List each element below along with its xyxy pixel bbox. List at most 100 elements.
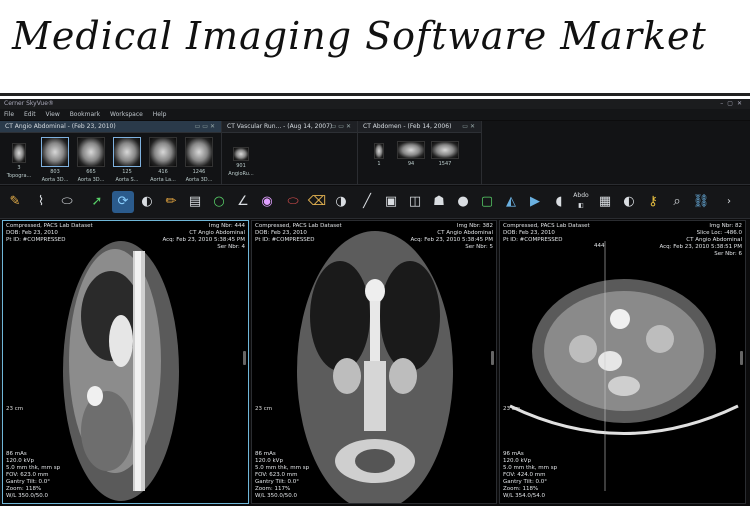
thumbnail-label: Aorta La... — [150, 177, 176, 183]
thumbnail-count: 665 — [86, 169, 96, 175]
menu-bar: File Edit View Bookmark Workspace Help — [0, 109, 750, 120]
thumbnail-image — [185, 137, 213, 167]
thumbnail-image — [397, 141, 425, 159]
study-tab[interactable]: CT Abdomen - (Feb 14, 2006) ▭✕ — [358, 121, 481, 133]
overlay-patient-info: Compressed, PACS Lab Dataset DOB: Feb 23… — [503, 223, 590, 243]
overlay-image-info: Img Nbr: 444 CT Angio Abdominal Acq: Feb… — [162, 223, 245, 250]
thumbnail-count: 1547 — [438, 161, 452, 167]
link-icon[interactable]: ⛓ — [690, 191, 712, 213]
thumbnail-count: 803 — [50, 169, 60, 175]
series-thumbnail[interactable]: 1 — [364, 137, 394, 181]
thumbnail-count: 3 — [17, 165, 21, 171]
series-thumbnail[interactable]: 125 Aorta S... — [112, 137, 142, 183]
series-thumbnail[interactable]: 3 Topogra... — [4, 137, 34, 181]
thumbnail-label: Topogra... — [6, 173, 32, 179]
study-tab-icons[interactable]: ▭✕ — [462, 121, 477, 133]
series-thumbnail[interactable]: 1246 Aorta 3D... — [184, 137, 214, 183]
more-icon[interactable]: › — [718, 191, 740, 213]
study-tab-icons[interactable]: ▭▭✕ — [331, 121, 353, 133]
banner-title: Medical Imaging Software Market — [12, 14, 707, 58]
viewport-sagittal[interactable]: Compressed, PACS Lab Dataset DOB: Feb 23… — [2, 220, 249, 504]
reset-icon[interactable]: ◑ — [330, 191, 352, 213]
thumbnail-label: Aorta 3D... — [185, 177, 213, 183]
body-icon[interactable]: ☗ — [428, 191, 450, 213]
thumbnail-image — [41, 137, 69, 167]
menu-edit[interactable]: Edit — [24, 111, 36, 118]
contrast-icon[interactable]: ◐ — [618, 191, 640, 213]
menu-view[interactable]: View — [46, 111, 60, 118]
window-controls[interactable]: –▢✕ — [720, 99, 746, 109]
circle-icon[interactable]: ○ — [208, 191, 230, 213]
study-tab-label: CT Abdomen - (Feb 14, 2006) — [363, 123, 452, 130]
line-icon[interactable]: ╱ — [356, 191, 378, 213]
slice-scroll-handle[interactable] — [740, 351, 743, 365]
scale-label: 23 cm — [6, 406, 24, 412]
study-panel: CT Angio Abdominal - (Feb 23, 2010) ▭▭✕ … — [0, 121, 222, 185]
thumbnail-count: 1 — [377, 161, 381, 167]
series-thumbnail[interactable]: 416 Aorta La... — [148, 137, 178, 183]
study-tab-label: CT Vascular Run... - (Aug 14, 2007) — [227, 123, 333, 130]
series-thumbnail[interactable]: 803 Aorta 3D... — [40, 137, 70, 183]
toolbar: ✎ ⌇ ⬭ ➚ ⟳ ◐ ✏ ▤ ○ ∠ ◉ ⬭ ⌫ ◑ ╱ ▣ ◫ ☗ ● ▢ … — [0, 186, 750, 219]
thumbnail-count: 94 — [407, 161, 415, 167]
menu-help[interactable]: Help — [153, 111, 167, 118]
overlay-acquisition-info: 96 mAs 120.0 kVp 5.0 mm thk, mm sp FOV: … — [503, 451, 558, 499]
thumbnail-count: 1246 — [192, 169, 206, 175]
thumbnail-image — [113, 137, 141, 167]
sphere-icon[interactable]: ● — [452, 191, 474, 213]
key-icon[interactable]: ⚷ — [642, 191, 664, 213]
invert-icon[interactable]: ◖ — [548, 191, 570, 213]
thumbnail-image — [431, 141, 459, 159]
thumbnail-label: Aorta S... — [115, 177, 139, 183]
abdo-preset-label: Abdo — [573, 192, 589, 199]
thumbnail-count: 416 — [158, 169, 168, 175]
study-tab[interactable]: CT Vascular Run... - (Aug 14, 2007) ▭▭✕ — [222, 121, 357, 133]
overlay-image-info: Img Nbr: 82 Slice Loc: -486.0 CT Angio A… — [659, 223, 742, 257]
color-wheel-icon[interactable]: ◉ — [256, 191, 278, 213]
thumbnail-image — [77, 137, 105, 167]
crop-icon[interactable]: ▢ — [476, 191, 498, 213]
layout-1-icon[interactable]: ▣ — [380, 191, 402, 213]
grid-icon[interactable]: ▦ — [594, 191, 616, 213]
menu-file[interactable]: File — [4, 111, 14, 118]
pencil-icon[interactable]: ✎ — [4, 191, 26, 213]
series-thumbnail[interactable]: 1547 — [430, 137, 460, 181]
slice-scroll-handle[interactable] — [491, 351, 494, 365]
search-icon[interactable]: ⌕ — [666, 191, 688, 213]
study-tab-label: CT Angio Abdominal - (Feb 23, 2010) — [5, 123, 116, 130]
arrow-icon[interactable]: ➚ — [86, 191, 108, 213]
slice-scroll-handle[interactable] — [243, 351, 246, 365]
play-icon[interactable]: ▶ — [524, 191, 546, 213]
series-thumbnail[interactable]: 94 — [396, 137, 426, 181]
series-thumbnail[interactable]: 665 Aorta 3D... — [76, 137, 106, 183]
title-bar: Cerner SkyVue® –▢✕ — [0, 99, 750, 109]
menu-bookmark[interactable]: Bookmark — [70, 111, 100, 118]
rotate-icon[interactable]: ⟳ — [112, 191, 134, 213]
thumbnail-label: Aorta 3D... — [41, 177, 69, 183]
erase-icon[interactable]: ⌫ — [306, 191, 328, 213]
film-icon[interactable]: ▤ — [184, 191, 206, 213]
ruler-icon[interactable]: ✏ — [160, 191, 182, 213]
overlay-acquisition-info: 86 mAs 120.0 kVp 5.0 mm thk, mm sp FOV: … — [255, 451, 310, 499]
thumbnail-image — [149, 137, 177, 167]
viewport-axial[interactable]: Compressed, PACS Lab Dataset DOB: Feb 23… — [499, 220, 746, 504]
banner: Medical Imaging Software Market — [0, 0, 750, 96]
flip-icon[interactable]: ◭ — [500, 191, 522, 213]
viewport-coronal[interactable]: Compressed, PACS Lab Dataset DOB: Feb 23… — [251, 220, 497, 504]
overlay-patient-info: Compressed, PACS Lab Dataset DOB: Feb 23… — [6, 223, 93, 243]
thumbnail-label: Aorta 3D... — [77, 177, 105, 183]
erase-annotation-icon[interactable]: ⬭ — [282, 191, 304, 213]
curve-icon[interactable]: ⌇ — [30, 191, 52, 213]
scale-label: 23 cm — [503, 406, 521, 412]
study-tab[interactable]: CT Angio Abdominal - (Feb 23, 2010) ▭▭✕ — [0, 121, 221, 133]
angle-icon[interactable]: ∠ — [232, 191, 254, 213]
layout-2-icon[interactable]: ◫ — [404, 191, 426, 213]
app-window: Cerner SkyVue® –▢✕ File Edit View Bookma… — [0, 99, 750, 506]
thumbnail-image — [12, 143, 26, 163]
overlay-acquisition-info: 86 mAs 120.0 kVp 5.0 mm thk, mm sp FOV: … — [6, 451, 61, 499]
ellipse-icon[interactable]: ⬭ — [56, 191, 78, 213]
window-level-icon[interactable]: ◐ — [136, 191, 158, 213]
abdo-preset-icon[interactable]: Abdo ◧ — [570, 191, 592, 213]
menu-workspace[interactable]: Workspace — [110, 111, 143, 118]
study-tab-icons[interactable]: ▭▭✕ — [195, 121, 217, 133]
